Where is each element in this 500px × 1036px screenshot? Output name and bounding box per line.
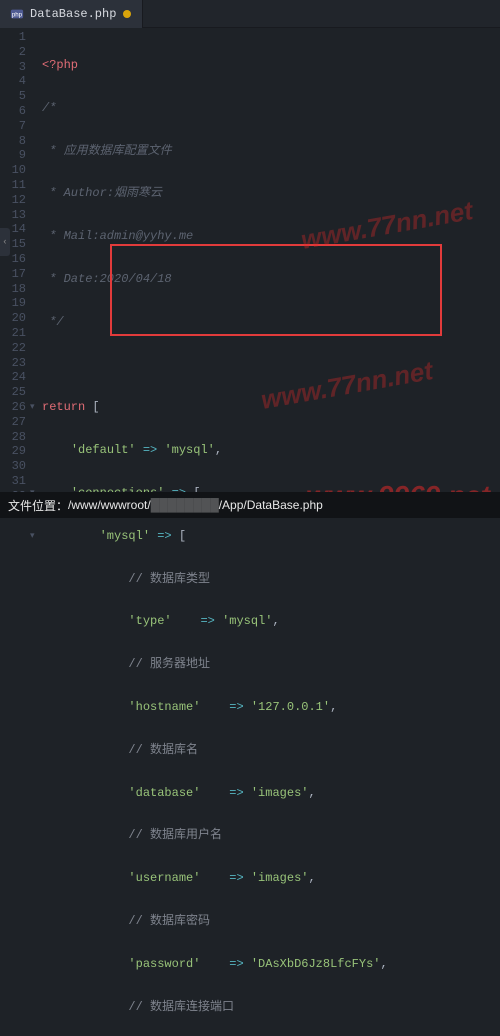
line-number: 23: [0, 356, 26, 371]
tab-bar: php DataBase.php: [0, 0, 500, 28]
line-number: 3: [0, 60, 26, 75]
line-number: 6: [0, 104, 26, 119]
line-number: 4: [0, 74, 26, 89]
tab-filename: DataBase.php: [30, 7, 116, 21]
line-number: 10: [0, 163, 26, 178]
line-number: 27: [0, 415, 26, 430]
status-bar: 文件位置： /www/wwwroot/ ████████ /App/DataBa…: [0, 492, 500, 518]
line-number: 26: [0, 400, 26, 415]
code-text: * Mail:admin@yyhy.me: [42, 229, 193, 243]
file-tab[interactable]: php DataBase.php: [0, 0, 143, 28]
line-number: 29: [0, 444, 26, 459]
line-number: 8: [0, 134, 26, 149]
code-text: // 数据库密码: [128, 914, 210, 928]
code-text: 'default': [71, 443, 136, 457]
code-text: return: [42, 400, 85, 414]
code-text: 'hostname': [128, 700, 200, 714]
line-number: 25: [0, 385, 26, 400]
code-text: * Date:2020/04/18: [42, 272, 172, 286]
unsaved-indicator-icon: [122, 9, 132, 19]
code-editor[interactable]: 1 2 3 4 5 6 7 8 9 10 11 12 13 14 15 16 1…: [0, 28, 500, 490]
code-text: // 数据库类型: [128, 572, 210, 586]
line-number: 12: [0, 193, 26, 208]
line-number: 22: [0, 341, 26, 356]
code-text: // 数据库连接端口: [128, 1000, 234, 1014]
code-text: /*: [42, 101, 56, 115]
code-text: 'mysql': [100, 529, 150, 543]
line-number: 21: [0, 326, 26, 341]
code-text: [: [85, 400, 99, 414]
line-number: 17: [0, 267, 26, 282]
line-number-gutter: 1 2 3 4 5 6 7 8 9 10 11 12 13 14 15 16 1…: [0, 28, 36, 490]
code-text: * 应用数据库配置文件: [42, 144, 172, 158]
code-text: 'password': [128, 957, 200, 971]
status-label: 文件位置：: [8, 497, 68, 514]
line-number: 28: [0, 430, 26, 445]
code-text: 'type': [128, 614, 171, 628]
line-number: 1: [0, 30, 26, 45]
code-text: 'username': [128, 871, 200, 885]
line-number: 11: [0, 178, 26, 193]
line-number: 19: [0, 296, 26, 311]
line-number: 31: [0, 474, 26, 489]
code-text: */: [42, 315, 64, 329]
code-text: <?php: [42, 58, 78, 72]
line-number: 5: [0, 89, 26, 104]
code-text: [42, 358, 500, 373]
line-number: 30: [0, 459, 26, 474]
line-number: 9: [0, 148, 26, 163]
line-number: 18: [0, 282, 26, 297]
code-content[interactable]: <?php /* * 应用数据库配置文件 * Author:烟雨寒云 * Mai…: [36, 28, 500, 490]
line-number: 7: [0, 119, 26, 134]
line-number: 20: [0, 311, 26, 326]
fold-arrow-icon[interactable]: ▾: [30, 400, 35, 415]
line-number: 24: [0, 370, 26, 385]
code-text: 'database': [128, 786, 200, 800]
status-path-suffix: /App/DataBase.php: [219, 498, 323, 512]
code-text: // 数据库名: [128, 743, 198, 757]
fold-arrow-icon[interactable]: ▾: [30, 529, 35, 544]
php-file-icon: php: [10, 7, 24, 21]
code-text: * Author:烟雨寒云: [42, 186, 162, 200]
line-number: 13: [0, 208, 26, 223]
code-text: // 服务器地址: [128, 657, 210, 671]
side-panel-handle[interactable]: ‹: [0, 228, 10, 256]
status-path-prefix: /www/wwwroot/: [68, 498, 151, 512]
line-number: 2: [0, 45, 26, 60]
code-text: // 数据库用户名: [128, 828, 222, 842]
svg-text:php: php: [12, 11, 23, 18]
